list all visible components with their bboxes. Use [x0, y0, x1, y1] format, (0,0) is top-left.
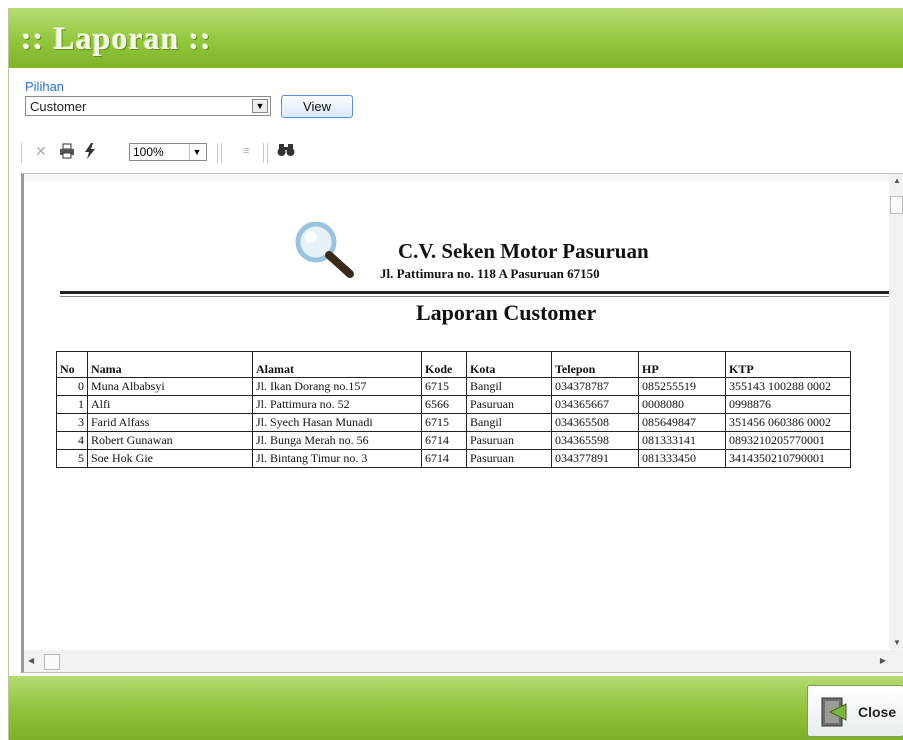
report-title: Laporan Customer — [416, 300, 597, 325]
company-address: Jl. Pattimura no. 118 A Pasuruan 67150 — [380, 266, 600, 281]
table-row: 4 Robert Gunawan Jl. Bunga Merah no. 56 … — [56, 431, 851, 450]
toolbar-separator — [21, 143, 22, 163]
table-cell: Jl. Bunga Merah no. 56 — [252, 431, 422, 450]
table-cell: Pasuruan — [466, 395, 552, 414]
report-page: C.V. Seken Motor Pasuruan Jl. Pattimura … — [24, 182, 890, 650]
table-cell: Jl. Pattimura no. 52 — [252, 395, 422, 414]
zoom-select[interactable]: 100% ▼ — [129, 143, 207, 161]
vertical-scrollbar[interactable]: ▲ ▼ — [889, 174, 903, 649]
table-cell: 5 — [56, 449, 88, 468]
scroll-down-icon[interactable]: ▼ — [893, 638, 901, 647]
toolbar-separator — [217, 143, 218, 163]
report-window: :: Laporan :: Pilihan Customer ▼ View ✕ … — [8, 8, 903, 740]
table-row: 0 Muna Albabsyi Jl. Ikan Dorang no.157 6… — [56, 377, 851, 396]
zoom-value: 100% — [133, 145, 164, 159]
table-header-row: No Nama Alamat Kode Kota Telepon HP KTP — [56, 351, 851, 378]
table-cell: 6714 — [421, 449, 467, 468]
pilihan-label: Pilihan — [25, 79, 65, 94]
table-cell: Pasuruan — [466, 449, 552, 468]
column-header: Nama — [87, 351, 253, 378]
table-cell: 1 — [56, 395, 88, 414]
lightning-icon[interactable] — [83, 143, 97, 162]
table-cell: Jl. Bintang Timur no. 3 — [252, 449, 422, 468]
company-name: C.V. Seken Motor Pasuruan — [398, 239, 649, 263]
table-cell: 0 — [56, 377, 88, 396]
magnifier-icon — [295, 222, 354, 278]
table-row: 1 Alfi Jl. Pattimura no. 52 6566 Pasurua… — [56, 395, 851, 414]
table-cell: 081333141 — [638, 431, 726, 450]
table-cell: 0008080 — [638, 395, 726, 414]
chevron-down-icon[interactable]: ▼ — [252, 99, 268, 113]
scroll-right-icon[interactable]: ▶ — [880, 656, 886, 665]
column-header: HP — [638, 351, 726, 378]
table-cell: 034378787 — [551, 377, 639, 396]
table-row: 3 Farid Alfass Jl. Syech Hasan Munadi 67… — [56, 413, 851, 432]
table-cell: 0998876 — [725, 395, 851, 414]
table-cell: 6715 — [421, 413, 467, 432]
scroll-left-icon[interactable]: ◀ — [28, 656, 34, 665]
table-cell: 3414350210790001 — [725, 449, 851, 468]
table-cell: 085255519 — [638, 377, 726, 396]
table-cell: 034377891 — [551, 449, 639, 468]
title-bar: :: Laporan :: — [9, 8, 903, 68]
toolbar-separator — [221, 143, 222, 163]
table-cell: 6715 — [421, 377, 467, 396]
close-button[interactable]: Close — [807, 685, 903, 737]
table-cell: 351456 060386 0002 — [725, 413, 851, 432]
print-icon[interactable] — [59, 143, 75, 162]
table-cell: Jl. Ikan Dorang no.157 — [252, 377, 422, 396]
column-header: No — [56, 351, 88, 378]
binoculars-icon[interactable] — [277, 143, 295, 160]
table-cell: Alfi — [87, 395, 253, 414]
close-icon[interactable]: ✕ — [35, 143, 47, 160]
toolbar-separator — [267, 143, 268, 163]
table-cell: Soe Hok Gie — [87, 449, 253, 468]
column-header: KTP — [725, 351, 851, 378]
door-exit-icon — [821, 697, 847, 727]
chevron-down-icon[interactable]: ▼ — [189, 145, 204, 159]
view-button[interactable]: View — [281, 95, 353, 118]
table-cell: 034365508 — [551, 413, 639, 432]
column-header: Kode — [421, 351, 467, 378]
scroll-up-icon[interactable]: ▲ — [893, 176, 901, 185]
table-cell: 4 — [56, 431, 88, 450]
table-cell: Farid Alfass — [87, 413, 253, 432]
table-cell: 355143 100288 0002 — [725, 377, 851, 396]
header-rule — [60, 291, 890, 294]
column-header: Kota — [466, 351, 552, 378]
report-viewer[interactable]: C.V. Seken Motor Pasuruan Jl. Pattimura … — [21, 173, 903, 673]
table-cell: Pasuruan — [466, 431, 552, 450]
page-icon[interactable]: ≡ — [243, 145, 249, 157]
close-button-label: Close — [858, 704, 897, 720]
footer-bar — [9, 676, 903, 740]
toolbar-separator — [263, 143, 264, 163]
table-cell: Bangil — [466, 377, 552, 396]
header-rule-thin — [60, 296, 890, 297]
table-cell: 6566 — [421, 395, 467, 414]
table-cell: Robert Gunawan — [87, 431, 253, 450]
table-cell: 3 — [56, 413, 88, 432]
window-title: :: Laporan :: — [21, 20, 212, 56]
column-header: Alamat — [252, 351, 422, 378]
table-cell: 085649847 — [638, 413, 726, 432]
table-cell: Bangil — [466, 413, 552, 432]
report-toolbar: ✕ 100% ▼ ≡ — [21, 141, 341, 165]
customer-table: No Nama Alamat Kode Kota Telepon HP KTP … — [56, 351, 851, 468]
table-row: 5 Soe Hok Gie Jl. Bintang Timur no. 3 67… — [56, 449, 851, 468]
report-type-select[interactable]: Customer ▼ — [25, 96, 271, 116]
column-header: Telepon — [551, 351, 639, 378]
horizontal-scroll-thumb[interactable] — [44, 654, 60, 670]
table-cell: 081333450 — [638, 449, 726, 468]
table-cell: 034365598 — [551, 431, 639, 450]
table-cell: Jl. Syech Hasan Munadi — [252, 413, 422, 432]
vertical-scroll-thumb[interactable] — [890, 196, 903, 214]
horizontal-scrollbar[interactable]: ◀ ▶ — [24, 650, 903, 672]
report-type-value: Customer — [30, 99, 87, 114]
table-cell: 0893210205770001 — [725, 431, 851, 450]
table-cell: 034365667 — [551, 395, 639, 414]
table-cell: Muna Albabsyi — [87, 377, 253, 396]
table-cell: 6714 — [421, 431, 467, 450]
